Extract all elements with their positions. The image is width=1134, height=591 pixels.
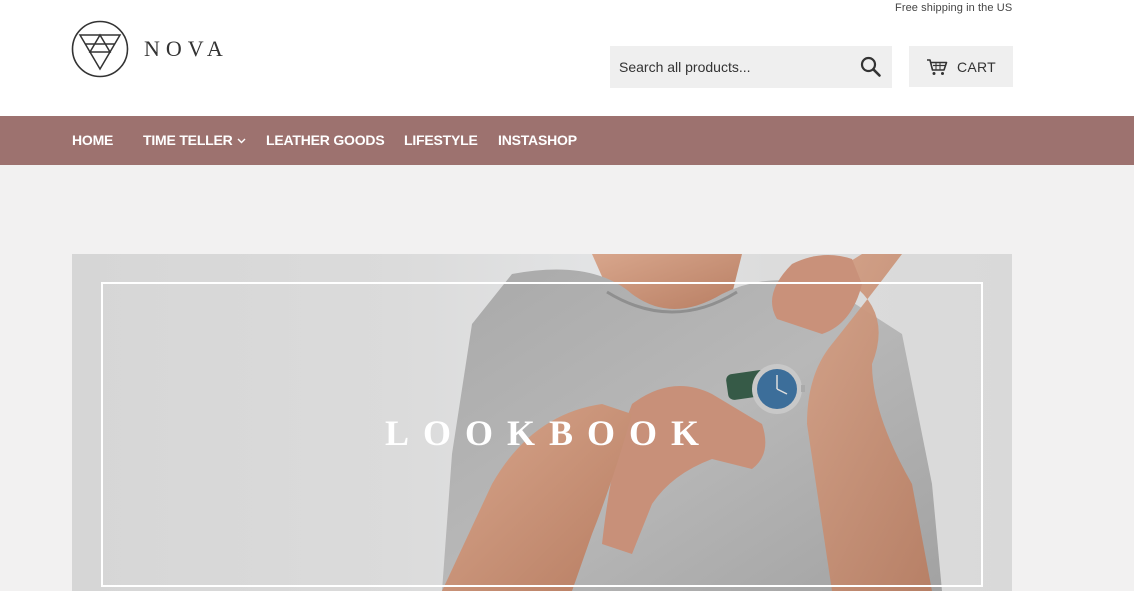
cart-button[interactable]: CART — [909, 46, 1013, 87]
logo-icon — [71, 20, 129, 78]
search-button[interactable] — [860, 56, 882, 78]
logo-wordmark: NOVA — [144, 36, 229, 61]
chevron-down-icon — [237, 138, 246, 144]
nav-item-leather-goods[interactable]: LEATHER GOODS — [266, 116, 385, 165]
cart-icon — [926, 58, 948, 75]
hero-title: LOOKBOOK — [384, 413, 714, 453]
nav-item-instashop[interactable]: INSTASHOP — [498, 116, 577, 165]
hero-banner[interactable]: LOOKBOOK — [72, 254, 1012, 591]
nav-item-time-teller[interactable]: TIME TELLER — [143, 116, 246, 165]
announcement-text: Free shipping in the US — [895, 2, 1013, 14]
site-header: Free shipping in the US NOVA CART — [0, 0, 1134, 116]
search-box — [610, 46, 892, 88]
nav-item-lifestyle[interactable]: LIFESTYLE — [404, 116, 478, 165]
main-nav: HOME TIME TELLER LEATHER GOODS LIFESTYLE… — [0, 116, 1134, 165]
nav-item-home[interactable]: HOME — [72, 116, 113, 165]
cart-label: CART — [956, 58, 997, 75]
search-input[interactable] — [610, 46, 850, 88]
site-logo[interactable]: NOVA — [71, 20, 229, 78]
nav-item-time-teller-label: TIME TELLER — [143, 132, 233, 148]
search-icon — [860, 56, 881, 77]
